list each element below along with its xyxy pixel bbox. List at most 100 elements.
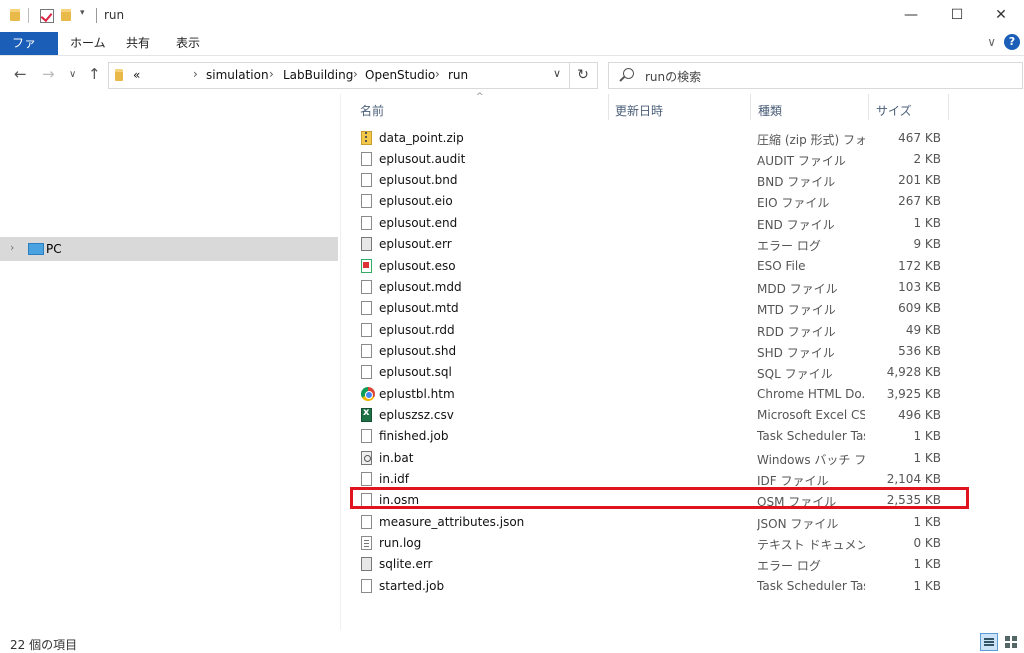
file-name: sqlite.err [379,557,433,571]
file-row[interactable]: eplusout.bnd BND ファイル 201 KB [353,170,953,191]
tab-home[interactable]: ホーム [58,32,118,55]
file-size: 9 KB [913,237,941,251]
file-row[interactable]: eplusout.eio EIO ファイル 267 KB [353,191,953,212]
column-size[interactable]: サイズ [876,102,912,119]
file-name: eplusout.shd [379,344,457,358]
address-dropdown-icon[interactable]: ∨ [553,67,561,80]
file-row[interactable]: eplusout.sql SQL ファイル 4,928 KB [353,362,953,383]
file-size: 3,925 KB [886,387,941,401]
excel-icon [361,407,372,422]
error-log-icon [361,237,372,251]
file-name: eplustbl.htm [379,387,455,401]
quick-access-dropdown-icon[interactable]: ▾ [80,8,85,18]
sort-indicator-icon: ^ [476,92,484,102]
file-name: eplusout.mdd [379,280,462,294]
maximize-button[interactable]: ☐ [934,0,980,32]
large-icons-view-button[interactable] [1002,633,1020,651]
column-divider[interactable] [868,94,869,120]
file-type: エラー ログ [757,559,821,573]
breadcrumb-overflow[interactable]: « [133,68,140,82]
file-type: テキスト ドキュメント [757,538,865,552]
file-row[interactable]: eplusout.err エラー ログ 9 KB [353,234,953,255]
tab-file[interactable]: ファイル [0,32,58,72]
column-type[interactable]: 種類 [758,102,782,119]
file-name: eplusout.audit [379,152,466,166]
help-button[interactable]: ? [1004,34,1020,50]
file-size: 103 KB [898,280,941,294]
breadcrumb-run[interactable]: run [448,68,468,82]
breadcrumb-simulation[interactable]: simulation [206,68,269,82]
file-row[interactable]: started.job Task Scheduler Tas... 1 KB [353,576,953,597]
new-folder-icon[interactable] [61,9,71,21]
file-size: 201 KB [898,173,941,187]
breadcrumb-separator-icon[interactable]: › [193,67,198,81]
file-name: data_point.zip [379,131,464,145]
file-name: run.log [379,536,422,550]
file-row[interactable]: finished.job Task Scheduler Tas... 1 KB [353,426,953,447]
file-row[interactable]: eplusout.shd SHD ファイル 536 KB [353,341,953,362]
file-type: Microsoft Excel CS... [757,408,865,422]
file-row[interactable]: eplusout.eso ESO File 172 KB [353,256,953,277]
file-row[interactable]: eplusout.mdd MDD ファイル 103 KB [353,277,953,298]
ribbon-tabs: ファイル ホーム 共有 表示 ∨ ? [0,32,1024,72]
tab-view[interactable]: 表示 [164,32,212,55]
folder-icon [10,9,20,21]
file-row[interactable]: measure_attributes.json JSON ファイル 1 KB [353,512,953,533]
breadcrumb-separator-icon[interactable]: › [435,67,440,81]
toolbar-divider [28,8,29,23]
batch-file-icon [361,451,372,465]
column-divider[interactable] [608,94,609,120]
file-icon [361,301,372,315]
file-type: 圧縮 (zip 形式) フォ... [757,133,865,147]
refresh-button[interactable]: ↻ [569,62,598,89]
navpane-item-pc[interactable]: › PC [0,237,338,261]
file-icon [361,216,372,230]
file-row[interactable]: eplusout.mtd MTD ファイル 609 KB [353,298,953,319]
breadcrumb-separator-icon[interactable]: › [269,67,274,81]
file-row[interactable]: eplusout.end END ファイル 1 KB [353,213,953,234]
address-bar[interactable]: « › simulation › LabBuilding › OpenStudi… [108,62,570,89]
file-row[interactable]: data_point.zip 圧縮 (zip 形式) フォ... 467 KB [353,128,953,149]
file-size: 1 KB [913,451,941,465]
file-name: eplusout.mtd [379,301,459,315]
recent-locations-button[interactable]: ∨ [69,69,76,80]
details-view-button[interactable] [980,633,998,651]
file-name: eplusout.rdd [379,323,455,337]
breadcrumb-separator-icon[interactable]: › [353,67,358,81]
column-name[interactable]: 名前 [360,102,384,119]
search-placeholder: runの検索 [645,70,702,84]
search-input[interactable]: runの検索 [608,62,1023,89]
file-size: 1 KB [913,216,941,230]
status-bar: 22 個の項目 [0,632,1024,653]
ribbon-expand-icon[interactable]: ∨ [987,35,996,49]
forward-button[interactable]: → [42,65,55,83]
expand-chevron-icon[interactable]: › [10,241,14,254]
file-type: Task Scheduler Tas... [757,579,865,593]
column-date-modified[interactable]: 更新日時 [615,102,663,119]
breadcrumb-labbuilding[interactable]: LabBuilding [283,68,353,82]
up-button[interactable]: ↑ [88,65,101,83]
file-name: epluszsz.csv [379,408,454,422]
close-button[interactable]: ✕ [978,0,1024,32]
back-button[interactable]: ← [14,65,27,83]
file-row[interactable]: run.log テキスト ドキュメント 0 KB [353,533,953,554]
file-icon [361,173,372,187]
file-size: 1 KB [913,557,941,571]
properties-checkbox-icon[interactable] [40,9,54,23]
breadcrumb-openstudio[interactable]: OpenStudio [365,68,435,82]
file-type: Chrome HTML Do... [757,387,865,401]
file-row[interactable]: eplustbl.htm Chrome HTML Do... 3,925 KB [353,384,953,405]
minimize-button[interactable]: — [888,0,934,32]
file-row[interactable]: eplusout.audit AUDIT ファイル 2 KB [353,149,953,170]
file-type: MTD ファイル [757,303,836,317]
file-row[interactable]: epluszsz.csv Microsoft Excel CS... 496 KB [353,405,953,426]
file-row[interactable]: sqlite.err エラー ログ 1 KB [353,554,953,575]
file-row[interactable]: in.bat Windows バッチ ファ... 1 KB [353,448,953,469]
tab-share[interactable]: 共有 [114,32,162,55]
column-divider[interactable] [750,94,751,120]
file-row[interactable]: eplusout.rdd RDD ファイル 49 KB [353,320,953,341]
window-title: run [104,8,125,22]
chrome-icon [361,387,375,401]
column-divider[interactable] [948,94,949,120]
file-icon [361,194,372,208]
